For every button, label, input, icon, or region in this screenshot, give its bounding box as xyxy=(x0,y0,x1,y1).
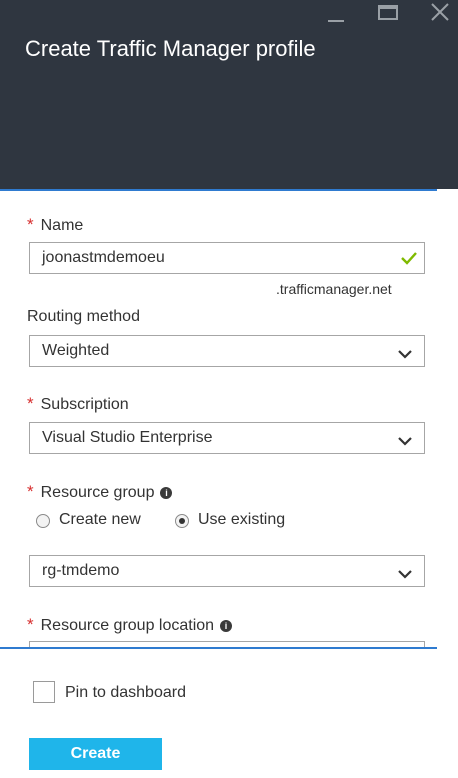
resource-group-location-label-text: Resource group location xyxy=(40,617,215,634)
name-input[interactable]: joonastmdemoeu xyxy=(29,242,425,274)
routing-method-label: Routing method xyxy=(27,308,140,325)
pin-to-dashboard-checkbox[interactable] xyxy=(33,681,55,703)
required-marker: * xyxy=(27,215,34,234)
required-marker: * xyxy=(27,394,34,413)
radio-label-use-existing: Use existing xyxy=(198,511,286,528)
resource-group-label-text: Resource group xyxy=(40,484,155,501)
footer-divider-gap xyxy=(437,647,458,649)
blade-title: Create Traffic Manager profile xyxy=(25,36,316,61)
checkmark-icon xyxy=(400,250,418,271)
chevron-down-icon xyxy=(398,346,412,364)
resource-group-location-label: * Resource group location i xyxy=(27,615,233,635)
minimize-icon[interactable] xyxy=(328,8,344,22)
footer-divider xyxy=(0,647,437,649)
chevron-down-icon xyxy=(398,433,412,451)
resource-group-label: * Resource group i xyxy=(27,482,173,502)
name-label-text: Name xyxy=(40,217,84,234)
resource-group-select[interactable]: rg-tmdemo xyxy=(29,555,425,587)
name-label: * Name xyxy=(27,215,83,235)
subscription-value: Visual Studio Enterprise xyxy=(42,429,213,446)
name-input-value: joonastmdemoeu xyxy=(42,249,165,266)
subscription-select[interactable]: Visual Studio Enterprise xyxy=(29,422,425,454)
resource-group-value: rg-tmdemo xyxy=(42,562,120,579)
routing-method-value: Weighted xyxy=(42,342,110,359)
info-icon[interactable]: i xyxy=(220,620,233,632)
create-button[interactable]: Create xyxy=(29,738,162,770)
chevron-down-icon xyxy=(398,566,412,584)
form-scroll-area[interactable]: * Name joonastmdemoeu .trafficmanager.net… xyxy=(0,191,458,647)
close-icon[interactable] xyxy=(430,2,450,22)
subscription-label: * Subscription xyxy=(27,394,129,414)
routing-method-select[interactable]: Weighted xyxy=(29,335,425,367)
name-suffix: .trafficmanager.net xyxy=(276,281,392,297)
required-marker: * xyxy=(27,482,34,501)
maximize-icon[interactable] xyxy=(378,5,398,20)
radio-button-selected[interactable] xyxy=(175,514,189,528)
required-marker: * xyxy=(27,615,34,634)
blade-header: Create Traffic Manager profile xyxy=(0,0,458,190)
radio-button[interactable] xyxy=(36,514,50,528)
info-icon[interactable]: i xyxy=(160,487,173,499)
subscription-label-text: Subscription xyxy=(40,396,129,413)
pin-to-dashboard-label: Pin to dashboard xyxy=(65,684,186,701)
radio-label-create-new: Create new xyxy=(59,511,141,528)
